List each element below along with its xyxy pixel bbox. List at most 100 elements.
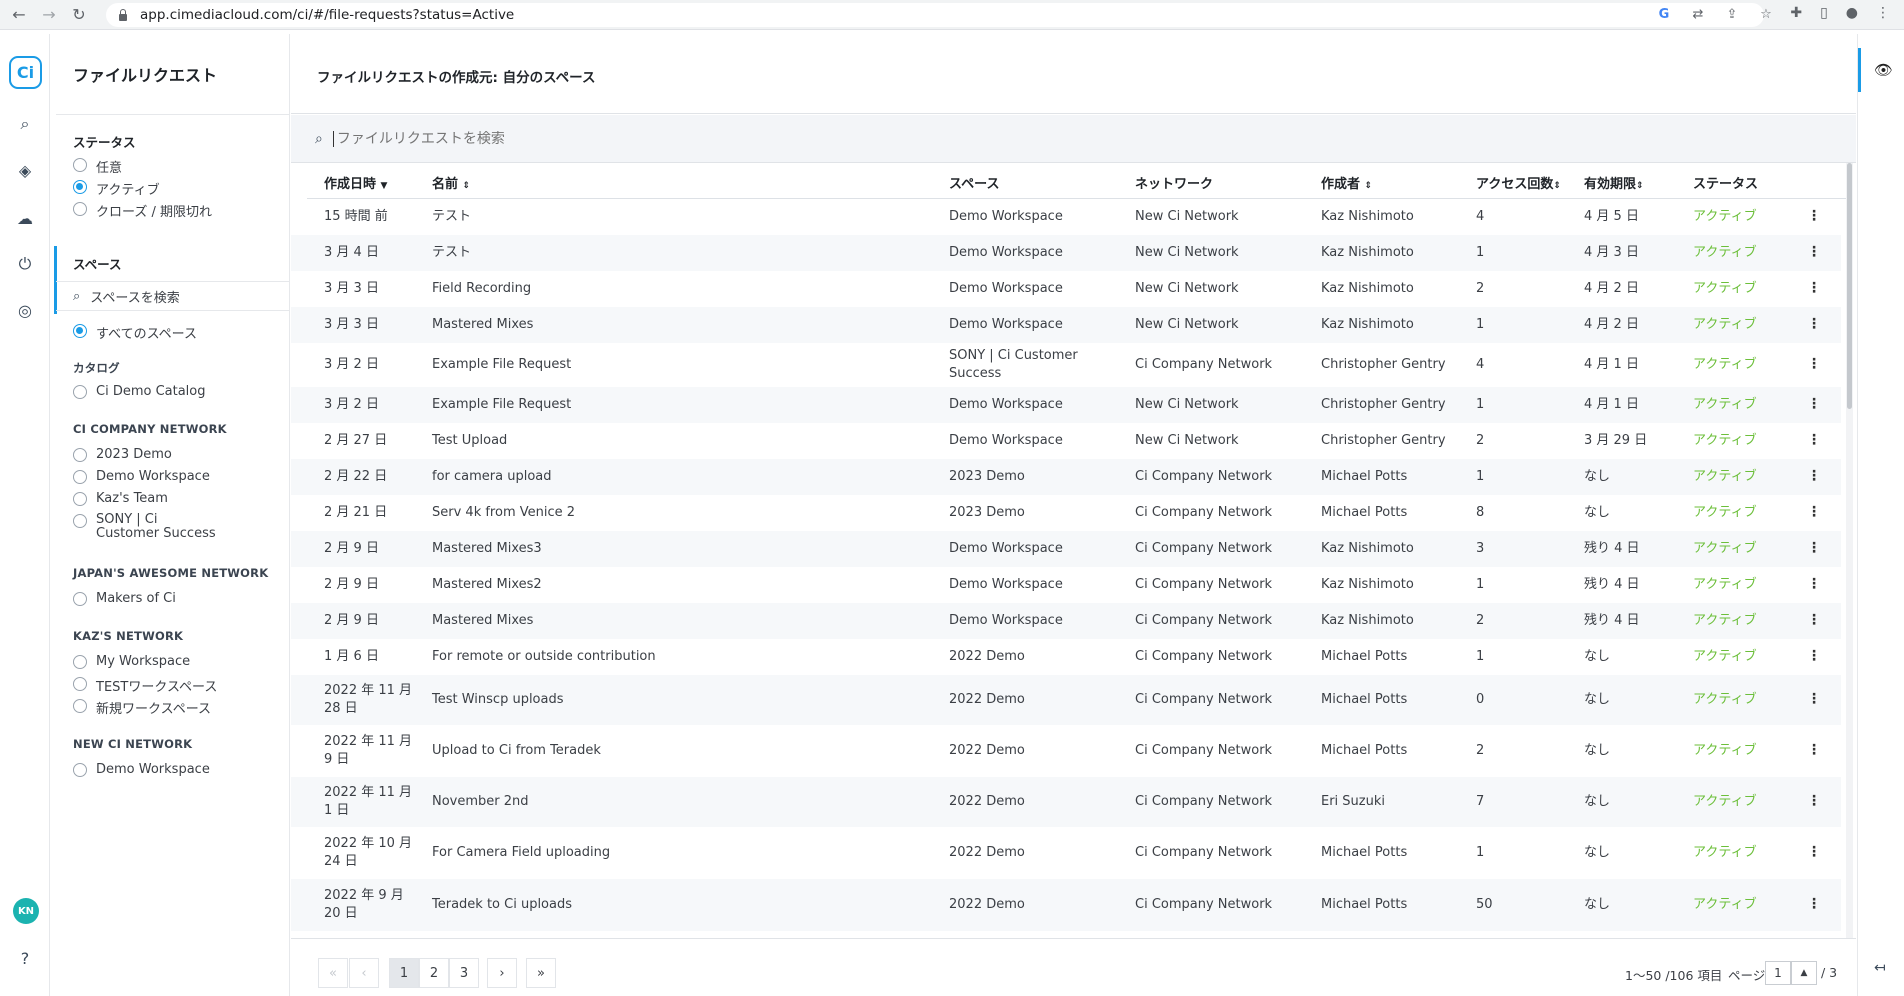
table-row[interactable]: 2 月 9 日 Mastered Mixes Demo Workspace Ci Co… [291, 603, 1841, 639]
space-option[interactable]: Kaz's Team [73, 491, 168, 506]
prev-page-button[interactable]: ‹ [349, 958, 379, 988]
table-row[interactable]: 2022 年 11 月 1 日 November 2nd 2022 Demo Ci C… [291, 777, 1841, 827]
table-row[interactable]: 2 月 9 日 Mastered Mixes3 Demo Workspace Ci C… [291, 531, 1841, 567]
page-button[interactable]: 3 [449, 958, 479, 988]
row-actions-icon[interactable]: ⋮ [1807, 504, 1821, 520]
row-actions-icon[interactable]: ⋮ [1807, 208, 1821, 224]
cell-space: 2022 Demo [949, 649, 1025, 664]
row-actions-icon[interactable]: ⋮ [1807, 316, 1821, 332]
side-panel-icon[interactable]: ▯ [1820, 5, 1828, 21]
cell-space: Demo Workspace [949, 577, 1063, 592]
space-option[interactable]: 2023 Demo [73, 447, 172, 462]
row-actions-icon[interactable]: ⋮ [1807, 432, 1821, 448]
space-option-all[interactable]: すべてのスペース [73, 323, 197, 342]
extensions-icon[interactable]: ✚ [1790, 5, 1802, 21]
space-option[interactable]: My Workspace [73, 654, 190, 669]
table-row[interactable]: 3 月 2 日 Example File Request Demo Workspac… [291, 387, 1841, 423]
space-option[interactable]: SONY | Ci Customer Success [73, 513, 223, 541]
bookmark-star-icon[interactable]: ☆ [1758, 6, 1774, 22]
row-actions-icon[interactable]: ⋮ [1807, 540, 1821, 556]
row-actions-icon[interactable]: ⋮ [1807, 396, 1821, 412]
help-icon[interactable]: ? [15, 948, 35, 968]
table-row[interactable]: 3 月 4 日 テスト Demo Workspace New Ci Network Ka… [291, 235, 1841, 271]
table-row[interactable]: 2 月 21 日 Serv 4k from Venice 2 2023 Demo Ci… [291, 495, 1841, 531]
translate-icon[interactable]: ⇄ [1690, 6, 1706, 22]
page-button[interactable]: 2 [419, 958, 449, 988]
status-option-closed[interactable]: クローズ / 期限切れ [73, 201, 212, 220]
table-row[interactable]: 2022 年 10 月 24 日 For Camera Field uploadi… [291, 827, 1841, 879]
page-button[interactable]: 1 [389, 958, 419, 988]
column-header-creator[interactable]: 作成者 ⇕ [1321, 173, 1372, 192]
table-row[interactable]: 2022 年 11 月 9 日 Upload to Ci from Teradek… [291, 725, 1841, 777]
avatar[interactable]: KN [13, 898, 39, 924]
ci-logo[interactable]: Ci [9, 56, 42, 89]
cell-status: アクティブ [1693, 649, 1757, 664]
table-row[interactable]: 2 月 22 日 for camera upload 2023 Demo Ci Com… [291, 459, 1841, 495]
file-request-search-input[interactable] [332, 130, 933, 147]
space-option[interactable]: TESTワークスペース [73, 676, 217, 695]
page-stepper[interactable]: ▲ [1791, 961, 1817, 985]
row-actions-icon[interactable]: ⋮ [1807, 612, 1821, 628]
search-icon[interactable]: ⌕ [15, 114, 35, 134]
reload-icon[interactable]: ↻ [68, 4, 90, 26]
row-actions-icon[interactable]: ⋮ [1807, 468, 1821, 484]
column-header-name[interactable]: 名前 ⇕ [432, 173, 470, 192]
table-row[interactable]: 3 月 2 日 Example File Request SONY | Ci Cus… [291, 343, 1841, 387]
table-row[interactable]: 2022 年 11 月 28 日 Test Winscp uploads 2022 … [291, 675, 1841, 725]
row-actions-icon[interactable]: ⋮ [1807, 244, 1821, 260]
column-header-access[interactable]: アクセス回数⇕ [1476, 173, 1561, 192]
cell-status: アクティブ [1693, 794, 1757, 809]
radio-icon [73, 492, 87, 506]
table-row[interactable]: 2 月 9 日 Mastered Mixes2 Demo Workspace Ci C… [291, 567, 1841, 603]
row-actions-icon[interactable]: ⋮ [1807, 356, 1821, 372]
collapse-panel-icon[interactable]: ↤ [1874, 960, 1886, 976]
row-actions-icon[interactable]: ⋮ [1807, 844, 1821, 860]
back-icon[interactable]: ← [8, 4, 30, 26]
table-row[interactable]: 2022 年 9 月 20 日 Teradek to Ci uploads 2022… [291, 879, 1841, 931]
table-row[interactable]: 3 月 3 日 Field Recording Demo Workspace New … [291, 271, 1841, 307]
table-row[interactable]: 15 時間 前 テスト Demo Workspace New Ci Network Ka… [291, 199, 1841, 235]
menu-icon[interactable]: ⋮ [1876, 5, 1890, 21]
row-actions-icon[interactable]: ⋮ [1807, 280, 1821, 296]
cube-icon[interactable]: ◈ [15, 160, 35, 180]
google-icon[interactable]: G [1656, 6, 1672, 22]
row-actions-icon[interactable]: ⋮ [1807, 648, 1821, 664]
space-option[interactable]: Demo Workspace [73, 469, 210, 484]
cell-space: 2022 Demo [949, 794, 1025, 809]
next-page-button[interactable]: › [487, 958, 517, 988]
first-page-button[interactable]: « [318, 958, 348, 988]
space-option[interactable]: Demo Workspace [73, 762, 210, 777]
table-row[interactable]: 2 月 27 日 Test Upload Demo Workspace New Ci … [291, 423, 1841, 459]
cell-access: 4 [1476, 209, 1485, 224]
space-option[interactable]: 新規ワークスペース [73, 698, 211, 717]
cloud-icon[interactable]: ☁ [15, 208, 35, 228]
status-option-active[interactable]: アクティブ [73, 179, 160, 198]
radio-icon [73, 677, 87, 691]
address-bar[interactable]: app.cimediacloud.com/ci/#/file-requests?… [106, 3, 1764, 27]
eye-icon[interactable]: 👁 [1874, 61, 1893, 79]
page-number-input[interactable]: 1 [1765, 961, 1791, 985]
radio-icon [73, 514, 87, 528]
row-actions-icon[interactable]: ⋮ [1807, 691, 1821, 707]
forward-icon[interactable]: → [38, 4, 60, 26]
sort-icon: ⇕ [1636, 181, 1644, 191]
cell-network: Ci Company Network [1135, 577, 1273, 592]
last-page-button[interactable]: » [526, 958, 556, 988]
space-option[interactable]: Ci Demo Catalog [73, 384, 206, 399]
space-option[interactable]: Makers of Ci [73, 591, 176, 606]
space-search-input[interactable]: ⌕ スペースを検索 [56, 281, 290, 311]
file-request-icon[interactable]: ⏻ [15, 254, 35, 274]
table-scrollbar[interactable] [1846, 163, 1853, 938]
row-actions-icon[interactable]: ⋮ [1807, 576, 1821, 592]
column-header-expiry[interactable]: 有効期限⇕ [1584, 173, 1644, 192]
row-actions-icon[interactable]: ⋮ [1807, 742, 1821, 758]
share-icon[interactable]: ⇪ [1724, 6, 1740, 22]
column-header-date[interactable]: 作成日時 ▼ [324, 173, 387, 192]
table-row[interactable]: 1 月 6 日 For remote or outside contributio… [291, 639, 1841, 675]
network-icon[interactable]: ◎ [15, 300, 35, 320]
row-actions-icon[interactable]: ⋮ [1807, 793, 1821, 809]
status-option-any[interactable]: 任意 [73, 157, 122, 176]
row-actions-icon[interactable]: ⋮ [1807, 896, 1821, 912]
table-row[interactable]: 3 月 3 日 Mastered Mixes Demo Workspace New C… [291, 307, 1841, 343]
profile-icon[interactable]: ● [1846, 5, 1858, 21]
